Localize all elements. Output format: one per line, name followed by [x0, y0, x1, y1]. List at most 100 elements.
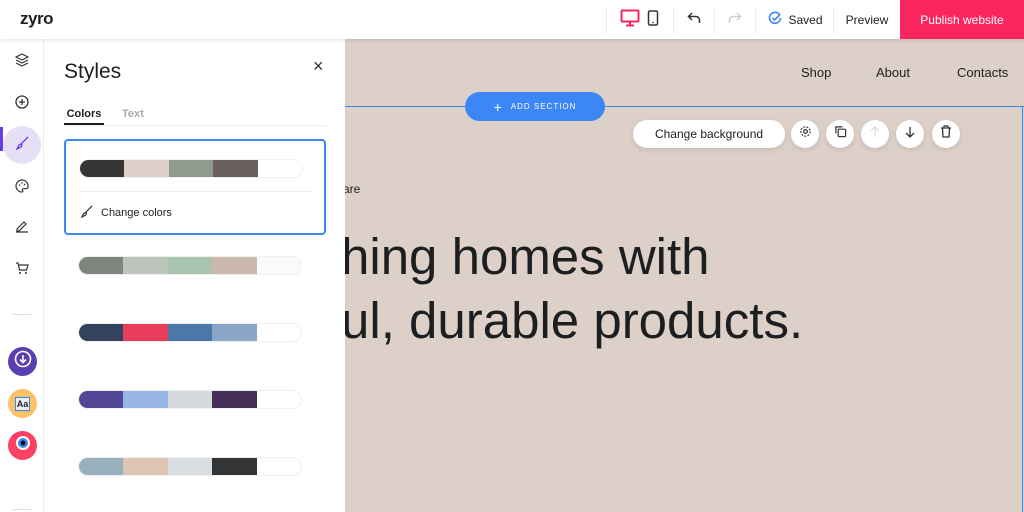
undo-button[interactable]: [684, 0, 704, 39]
add-section-label: ADD SECTION: [510, 102, 577, 111]
divider: [13, 314, 31, 315]
palette-swatch: [213, 160, 258, 177]
undo-icon: [687, 11, 701, 28]
store-button[interactable]: [9, 257, 35, 283]
section-outline-right: [1022, 106, 1023, 512]
layers-button[interactable]: [9, 49, 35, 75]
palette-swatch: [79, 458, 124, 475]
palette-swatch: [167, 324, 213, 341]
palette-swatch: [79, 324, 124, 341]
desktop-icon: [620, 9, 640, 30]
import-app-button[interactable]: [8, 347, 37, 376]
zyro-logo[interactable]: zyro: [20, 9, 53, 29]
divider: [755, 6, 756, 33]
palette-swatch: [212, 391, 257, 408]
headline-line-1: hing homes with: [345, 228, 710, 285]
color-palette-option[interactable]: [78, 457, 302, 476]
website-canvas[interactable]: Shop About Contacts + ADD SECTION Change …: [345, 39, 1024, 512]
color-palette-option[interactable]: [78, 390, 302, 409]
eye-icon: [15, 435, 31, 456]
redo-button[interactable]: [725, 0, 745, 39]
divider: [13, 509, 31, 510]
arrow-up-icon: [869, 125, 881, 143]
plus-circle-icon: [15, 94, 29, 114]
download-circle-icon: [14, 350, 32, 373]
palette-swatch: [256, 458, 301, 475]
delete-section-button[interactable]: [932, 120, 960, 148]
nav-shop[interactable]: Shop: [801, 65, 831, 80]
selected-palette-card[interactable]: Change colors: [64, 139, 326, 235]
trash-icon: [940, 125, 952, 143]
nav-contacts[interactable]: Contacts: [957, 65, 1008, 80]
palette-swatch: [212, 257, 257, 274]
palette-button[interactable]: [9, 175, 35, 201]
tabs-divider: [64, 125, 326, 126]
top-bar: zyro Saved Preview Publish website: [0, 0, 1024, 39]
hero-subtitle[interactable]: are: [345, 182, 360, 196]
palette-swatch: [79, 391, 124, 408]
styles-panel: Styles × Colors Text Change colors: [45, 39, 345, 512]
cart-icon: [15, 261, 29, 280]
saved-label: Saved: [788, 12, 823, 27]
headline-line-2: ul, durable products.: [345, 292, 804, 349]
redo-icon: [728, 11, 742, 28]
close-icon[interactable]: ×: [313, 56, 324, 77]
arrow-down-icon: [904, 125, 916, 143]
palette-icon: [15, 178, 29, 198]
card-divider: [78, 191, 312, 192]
styles-button[interactable]: [3, 126, 41, 164]
saved-status: Saved: [768, 0, 823, 39]
plus-icon: +: [493, 98, 503, 115]
palette-swatch: [123, 458, 168, 475]
panel-title: Styles: [64, 60, 122, 83]
nav-about[interactable]: About: [876, 65, 910, 80]
palette-swatch: [256, 257, 301, 274]
palette-swatch: [167, 458, 213, 475]
color-palette-option[interactable]: [78, 323, 302, 342]
mobile-view-button[interactable]: [644, 0, 662, 39]
palette-swatch: [168, 160, 214, 177]
add-element-button[interactable]: [9, 91, 35, 117]
palette-swatch: [80, 160, 125, 177]
add-section-button[interactable]: + ADD SECTION: [465, 92, 605, 121]
palette-swatch: [167, 391, 213, 408]
font-app-button[interactable]: Aa: [8, 389, 37, 418]
gear-icon: [799, 125, 812, 143]
layers-icon: [14, 52, 30, 72]
duplicate-section-button[interactable]: [826, 120, 854, 148]
brush-icon: [80, 205, 93, 221]
color-palette-option[interactable]: [79, 159, 303, 178]
move-down-button[interactable]: [896, 120, 924, 148]
palette-swatch: [79, 257, 124, 274]
preview-button[interactable]: Preview: [838, 0, 896, 39]
palette-swatch: [123, 391, 168, 408]
hero-headline[interactable]: hing homes with ul, durable products.: [345, 225, 803, 353]
palette-swatch: [256, 324, 301, 341]
brush-icon: [15, 136, 29, 155]
duplicate-icon: [834, 125, 847, 143]
publish-website-button[interactable]: Publish website: [900, 0, 1024, 39]
change-colors-label: Change colors: [101, 207, 172, 219]
palette-swatch: [257, 160, 302, 177]
check-circle-icon: [768, 11, 782, 28]
left-rail: Aa: [0, 39, 44, 512]
palette-swatch: [212, 458, 257, 475]
palette-swatch: [123, 324, 168, 341]
blog-button[interactable]: [9, 215, 35, 241]
change-colors-button[interactable]: Change colors: [80, 205, 172, 221]
divider: [606, 6, 607, 33]
mobile-icon: [647, 10, 659, 29]
section-settings-button[interactable]: [791, 120, 819, 148]
tab-text[interactable]: Text: [122, 108, 144, 120]
color-palette-option[interactable]: [78, 256, 302, 275]
tab-colors[interactable]: Colors: [64, 108, 104, 125]
eye-app-button[interactable]: [8, 431, 37, 460]
desktop-view-button[interactable]: [618, 0, 642, 39]
pen-icon: [15, 219, 29, 238]
divider: [833, 6, 834, 33]
palette-swatch: [212, 324, 257, 341]
move-up-button[interactable]: [861, 120, 889, 148]
palette-swatch: [124, 160, 169, 177]
change-background-button[interactable]: Change background: [633, 120, 785, 148]
divider: [714, 6, 715, 33]
